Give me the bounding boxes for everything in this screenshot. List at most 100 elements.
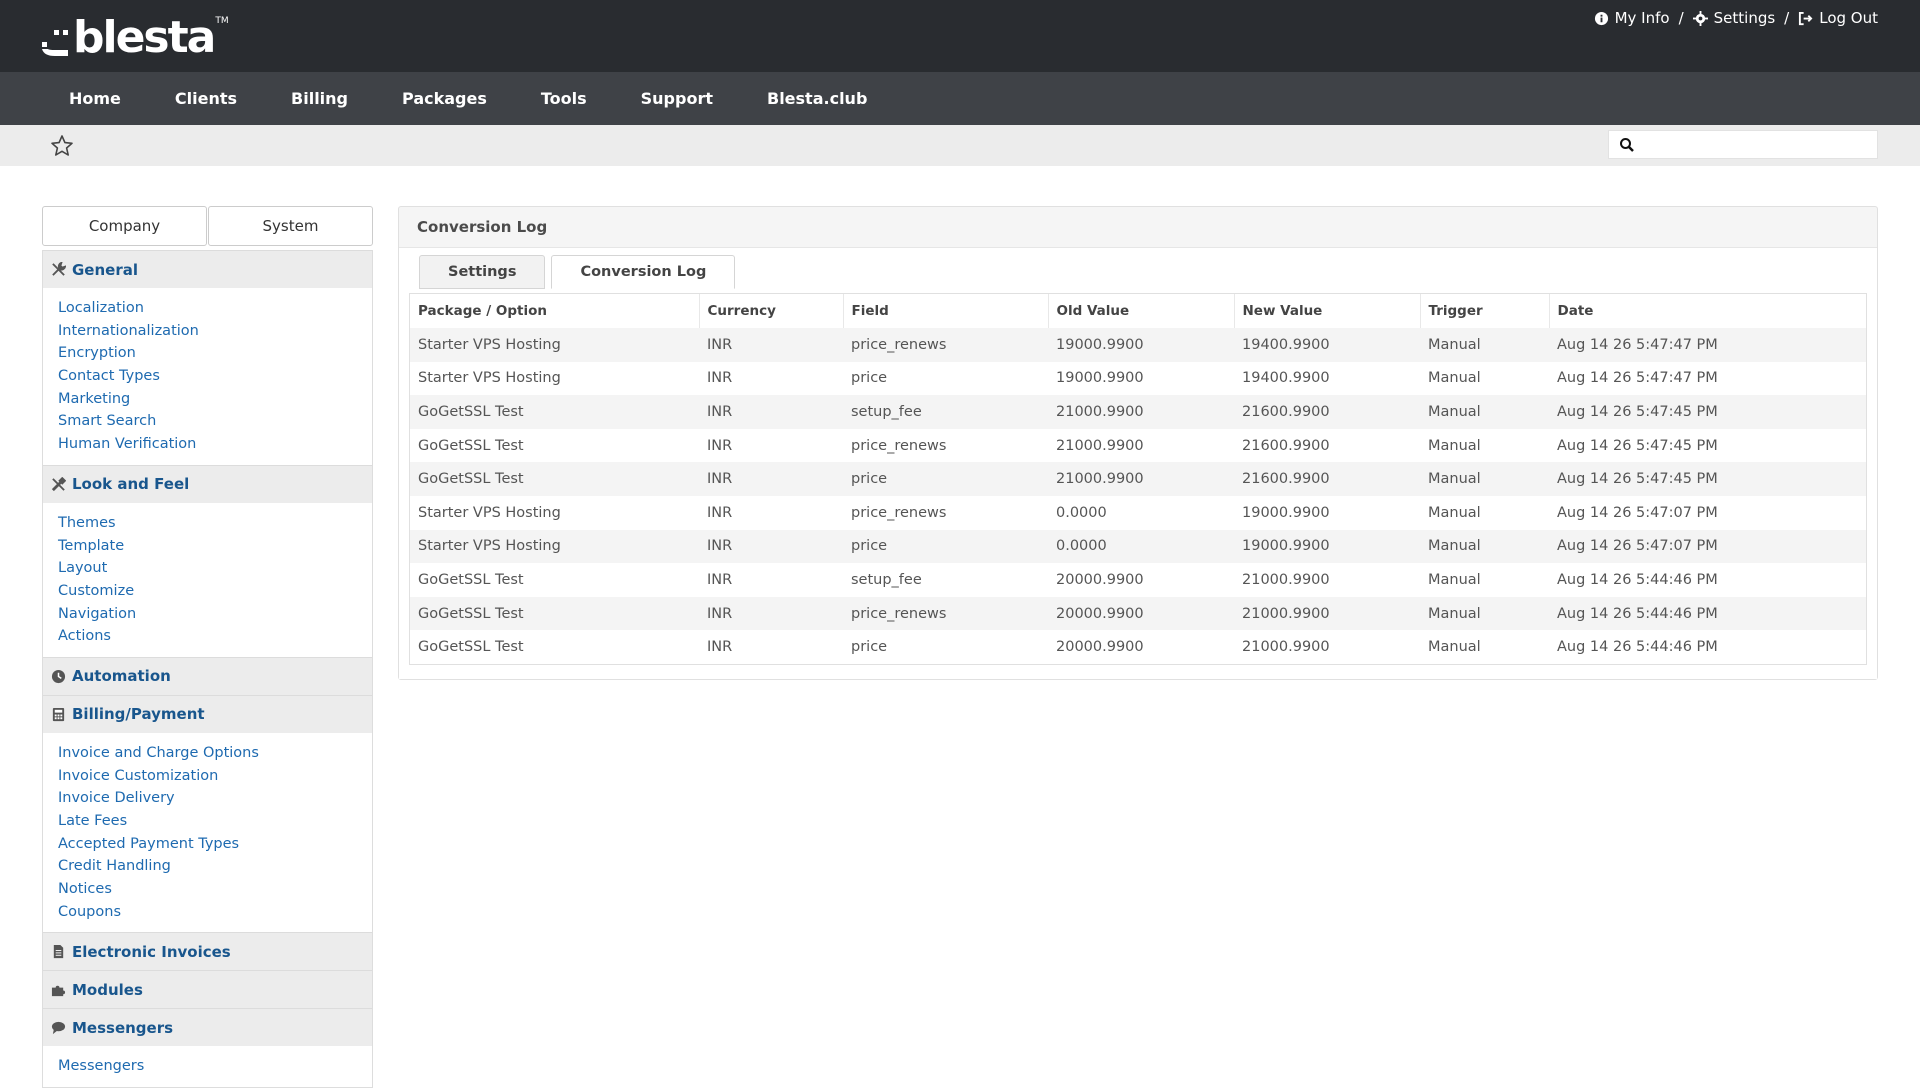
separator: / [1784,9,1790,27]
separator: / [1678,9,1684,27]
brand-name: blesta [73,12,216,63]
star-icon[interactable] [50,134,74,158]
blesta-logo[interactable]: blesta TM [40,16,229,60]
cell-date: Aug 14 26 5:47:45 PM [1549,428,1866,463]
link-internationalization[interactable]: Internationalization [58,323,199,339]
col-package-option[interactable]: Package / Option [410,294,699,328]
cell-package-option: GoGetSSL Test [410,596,699,631]
cell-trigger: Manual [1420,630,1549,664]
cell-package-option: GoGetSSL Test [410,428,699,463]
link-coupons[interactable]: Coupons [58,904,121,920]
link-late-fees[interactable]: Late Fees [58,813,127,829]
section-automation[interactable]: Automation [43,656,372,695]
cell-currency: INR [699,428,843,463]
table-body: Starter VPS Hosting INR price_renews 19000.… [410,328,1866,664]
section-look-and-feel[interactable]: Look and Feel [43,464,372,503]
section-billing-payment[interactable]: Billing/Payment [43,694,372,733]
link-invoice-and-charge-options[interactable]: Invoice and Charge Options [58,745,259,761]
section-messengers[interactable]: Messengers [43,1008,372,1047]
link-actions[interactable]: Actions [58,628,111,644]
cell-new-value: 21600.9900 [1234,395,1420,429]
nav-clients[interactable]: Clients [148,72,264,125]
col-currency[interactable]: Currency [698,294,843,328]
cell-date: Aug 14 26 5:47:47 PM [1549,361,1866,396]
cell-currency: INR [699,529,843,564]
table-row: GoGetSSL Test INR setup_fee 21000.9900 21600… [410,395,1866,429]
search-input[interactable] [1643,133,1871,156]
link-navigation[interactable]: Navigation [58,606,136,622]
col-old-value[interactable]: Old Value [1047,294,1234,328]
link-smart-search[interactable]: Smart Search [58,413,156,429]
link-human-verification[interactable]: Human Verification [58,436,196,452]
table-row: GoGetSSL Test INR price_renews 20000.9900 21… [410,596,1866,631]
link-template[interactable]: Template [58,538,124,554]
link-contact-types[interactable]: Contact Types [58,368,160,384]
table-row: GoGetSSL Test INR price 21000.9900 21600.990… [410,462,1866,496]
cell-package-option: GoGetSSL Test [410,630,699,664]
cell-trigger: Manual [1420,395,1549,429]
link-localization[interactable]: Localization [58,300,144,316]
sign-out-icon [1799,11,1813,25]
general-links: Localization Internationalization Encryp… [43,288,372,465]
cell-field: price_renews [843,495,1048,530]
link-themes[interactable]: Themes [58,515,116,531]
link-invoice-customization[interactable]: Invoice Customization [58,768,218,784]
cell-date: Aug 14 26 5:47:45 PM [1549,462,1866,496]
section-electronic-invoices[interactable]: Electronic Invoices [43,932,372,971]
cell-old-value: 21000.9900 [1048,462,1234,496]
link-notices[interactable]: Notices [58,881,112,897]
nav-billing[interactable]: Billing [264,72,375,125]
cell-date: Aug 14 26 5:47:07 PM [1549,529,1866,564]
search-box [1608,130,1878,159]
col-field[interactable]: Field [842,294,1048,328]
link-layout[interactable]: Layout [58,560,107,576]
billing-payment-links: Invoice and Charge Options Invoice Custo… [43,733,372,933]
cell-field: price_renews [843,596,1048,631]
cell-old-value: 20000.9900 [1048,596,1234,631]
cell-currency: INR [699,395,843,429]
sidebar-sections: General Localization Internationalizatio… [42,250,373,1088]
settings-link[interactable]: Settings [1692,9,1775,27]
tab-conversion-log[interactable]: Conversion Log [551,255,736,289]
cell-new-value: 21600.9900 [1234,462,1420,496]
nav-blesta-club[interactable]: Blesta.club [740,72,894,125]
col-date[interactable]: Date [1548,294,1866,328]
cell-trigger: Manual [1420,596,1549,631]
cell-new-value: 21600.9900 [1234,428,1420,463]
col-trigger[interactable]: Trigger [1419,294,1549,328]
cell-currency: INR [699,630,843,664]
tab-company[interactable]: Company [42,206,207,246]
nav-tools[interactable]: Tools [514,72,614,125]
tab-settings[interactable]: Settings [419,255,546,289]
table-row: GoGetSSL Test INR price 20000.9900 21000.990… [410,630,1866,664]
nav-home[interactable]: Home [42,72,148,125]
cell-date: Aug 14 26 5:44:46 PM [1549,563,1866,597]
conversion-log-panel: Conversion Log Settings Conversion Log P… [398,206,1878,680]
top-links: My Info / Settings / Log Out [1594,9,1878,27]
log-out-link[interactable]: Log Out [1798,9,1878,27]
link-invoice-delivery[interactable]: Invoice Delivery [58,790,175,806]
link-marketing[interactable]: Marketing [58,391,130,407]
link-encryption[interactable]: Encryption [58,345,136,361]
link-messengers[interactable]: Messengers [58,1058,144,1074]
section-general[interactable]: General [43,250,372,288]
link-customize[interactable]: Customize [58,583,134,599]
nav-packages[interactable]: Packages [375,72,514,125]
table-row: GoGetSSL Test INR setup_fee 20000.9900 21000… [410,563,1866,597]
cell-currency: INR [699,462,843,496]
tab-system[interactable]: System [208,206,373,246]
cell-currency: INR [699,563,843,597]
cell-old-value: 0.0000 [1048,529,1234,564]
settings-sidebar: Company System General Localization Inte… [42,206,373,1088]
link-credit-handling[interactable]: Credit Handling [58,858,171,874]
section-title: Electronic Invoices [72,942,231,961]
link-accepted-payment-types[interactable]: Accepted Payment Types [58,836,239,852]
table-row: GoGetSSL Test INR price_renews 21000.9900 21… [410,428,1866,463]
nav-support[interactable]: Support [614,72,740,125]
cell-date: Aug 14 26 5:47:45 PM [1549,395,1866,429]
col-new-value[interactable]: New Value [1233,294,1420,328]
clock-icon [51,669,66,683]
table-row: Starter VPS Hosting INR price_renews 0.0000… [410,495,1866,530]
section-modules[interactable]: Modules [43,970,372,1009]
my-info-link[interactable]: My Info [1594,9,1670,27]
